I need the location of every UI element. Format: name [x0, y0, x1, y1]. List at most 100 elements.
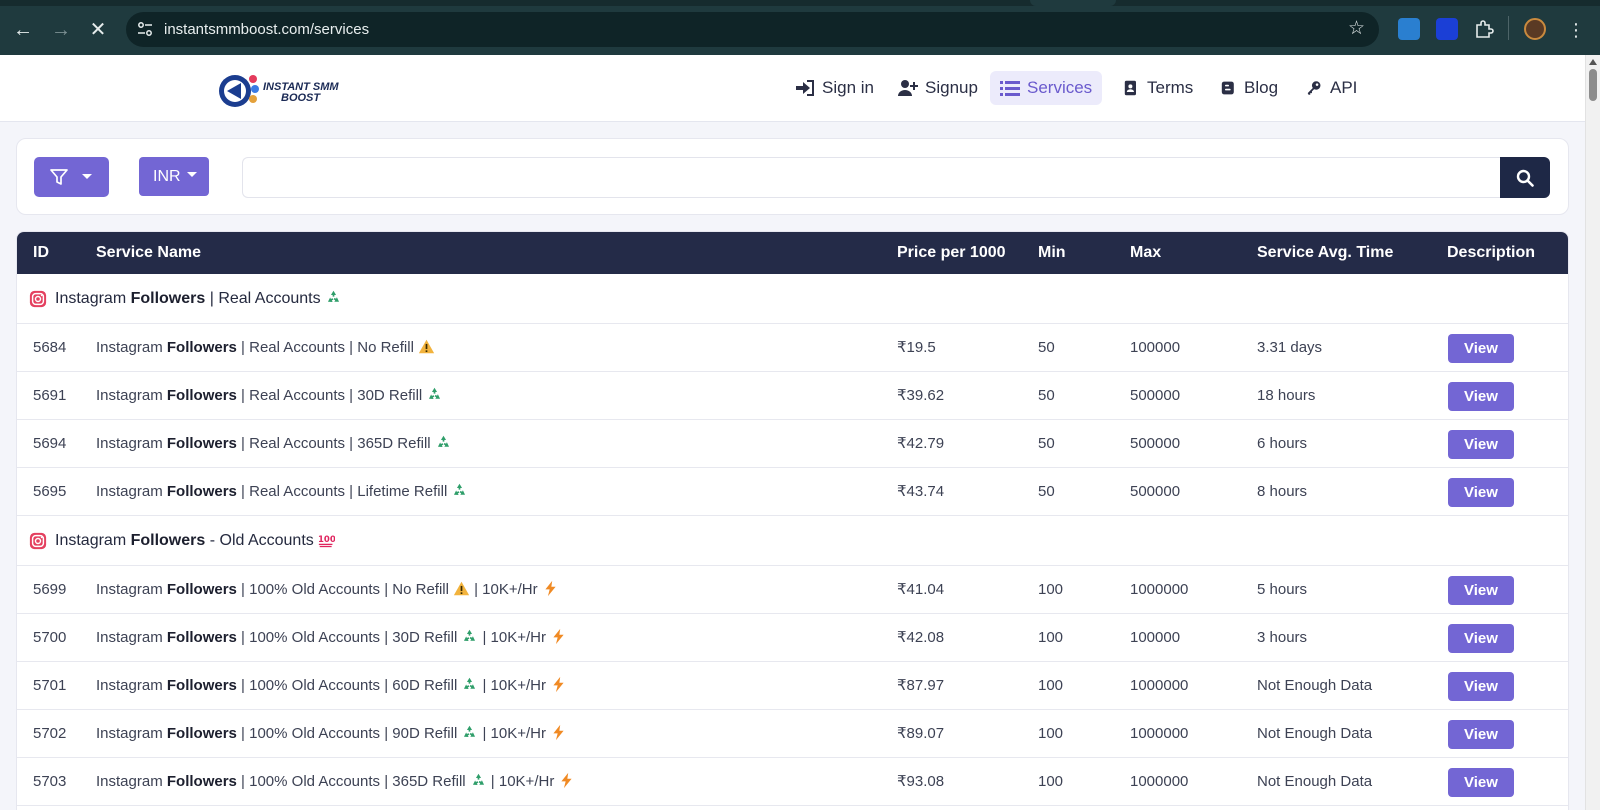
view-description-button[interactable]: View	[1448, 478, 1514, 507]
extensions-puzzle-icon[interactable]	[1473, 18, 1495, 40]
address-bar[interactable]: instantsmmboost.com/services ☆	[126, 12, 1379, 47]
service-name-suffix: | Real Accounts | 30D Refill	[236, 387, 423, 404]
contact-card-icon	[1124, 80, 1136, 96]
service-avg-time: 3 hours	[1257, 629, 1308, 646]
table-row[interactable]: 5700 Instagram Followers | 100% Old Accou…	[17, 614, 1568, 662]
search-button[interactable]	[1500, 157, 1550, 198]
category-prefix: Instagram	[55, 532, 131, 549]
bolt-icon	[542, 580, 559, 597]
service-name: Instagram Followers | 100% Old Accounts …	[96, 614, 567, 662]
table-row[interactable]: 5703 Instagram Followers | 100% Old Accou…	[17, 758, 1568, 806]
scroll-thumb[interactable]	[1589, 69, 1597, 101]
filter-dropdown-button[interactable]	[34, 157, 109, 197]
service-name-prefix: Instagram	[96, 387, 167, 404]
bolt-icon	[550, 676, 567, 693]
service-max: 500000	[1130, 483, 1181, 500]
user-plus-icon	[898, 80, 918, 96]
sign-in-icon	[796, 80, 814, 96]
service-speed: | 10K+/Hr	[478, 677, 546, 694]
service-min: 100	[1038, 725, 1064, 742]
category-suffix: | Real Accounts	[205, 290, 321, 307]
header-id: ID	[33, 244, 49, 261]
service-name-keyword: Followers	[166, 677, 237, 694]
view-description-button[interactable]: View	[1448, 720, 1514, 749]
category-keyword: Followers	[130, 290, 206, 307]
service-avg-time: Not Enough Data	[1257, 725, 1373, 742]
nav-terms[interactable]: Terms	[1114, 71, 1203, 105]
service-name-prefix: Instagram	[96, 725, 167, 742]
table-row[interactable]: 5699 Instagram Followers | 100% Old Accou…	[17, 566, 1568, 614]
service-name: Instagram Followers | Real Accounts | Li…	[96, 468, 468, 516]
extension-icon[interactable]	[1398, 18, 1420, 40]
service-price: ₹42.79	[897, 435, 945, 452]
stop-loading-icon[interactable]: ✕	[85, 17, 111, 43]
bolt-icon	[550, 628, 567, 645]
service-name-keyword: Followers	[166, 387, 237, 404]
table-row[interactable]: 5694 Instagram Followers | Real Accounts …	[17, 420, 1568, 468]
table-row[interactable]: 5702 Instagram Followers | 100% Old Accou…	[17, 710, 1568, 758]
header-avg-time: Service Avg. Time	[1257, 244, 1394, 261]
service-min: 50	[1038, 483, 1055, 500]
nav-api[interactable]: API	[1296, 71, 1367, 105]
hundred-icon	[318, 531, 335, 548]
header-max: Max	[1130, 244, 1162, 261]
service-name-suffix: | Real Accounts | 365D Refill	[236, 435, 431, 452]
service-name: Instagram Followers | Real Accounts | 36…	[96, 420, 452, 468]
nav-label: API	[1330, 78, 1358, 97]
view-description-button[interactable]: View	[1448, 334, 1514, 363]
toolbar-divider	[1508, 16, 1509, 40]
service-min: 50	[1038, 387, 1055, 404]
view-description-button[interactable]: View	[1448, 382, 1514, 411]
service-name-suffix: | 100% Old Accounts | 365D Refill	[236, 773, 466, 790]
service-avg-time: 18 hours	[1257, 387, 1316, 404]
view-description-button[interactable]: View	[1448, 576, 1514, 605]
service-avg-time: 5 hours	[1257, 581, 1308, 598]
nav-label: Sign in	[822, 78, 874, 97]
back-arrow-icon[interactable]: ←	[10, 17, 36, 43]
view-description-button[interactable]: View	[1448, 624, 1514, 653]
currency-dropdown-button[interactable]: INR	[139, 157, 209, 196]
browser-tab[interactable]	[1030, 0, 1116, 6]
browser-menu-icon[interactable]: ⋮	[1563, 17, 1589, 43]
page-scrollbar[interactable]	[1585, 55, 1600, 810]
table-row[interactable]: 5691 Instagram Followers | Real Accounts …	[17, 372, 1568, 420]
header-min: Min	[1038, 244, 1066, 261]
service-id: 5701	[33, 677, 67, 694]
extension-cursor-icon[interactable]	[1436, 18, 1458, 40]
site-logo[interactable]: INSTANT SMM BOOST	[215, 67, 345, 111]
service-min: 100	[1038, 629, 1064, 646]
service-name-suffix: | Real Accounts | Lifetime Refill	[236, 483, 448, 500]
scroll-up-arrow-icon[interactable]	[1589, 59, 1597, 65]
bookmark-star-icon[interactable]: ☆	[1348, 18, 1365, 40]
profile-avatar[interactable]	[1524, 18, 1546, 40]
nav-signup[interactable]: Signup	[888, 71, 988, 105]
service-price: ₹42.08	[897, 629, 945, 646]
nav-services[interactable]: Services	[990, 71, 1103, 105]
view-description-button[interactable]: View	[1448, 430, 1514, 459]
service-min: 100	[1038, 677, 1064, 694]
search-input[interactable]	[242, 157, 1500, 198]
blogger-icon	[1221, 81, 1234, 95]
nav-blog[interactable]: Blog	[1211, 71, 1288, 105]
service-name-prefix: Instagram	[96, 483, 167, 500]
service-name-suffix: | Real Accounts | No Refill	[236, 339, 414, 356]
view-description-button[interactable]: View	[1448, 768, 1514, 797]
warning-icon	[418, 338, 435, 355]
service-price: ₹93.08	[897, 773, 945, 790]
instagram-icon	[29, 290, 47, 308]
table-row[interactable]: 5701 Instagram Followers | 100% Old Accou…	[17, 662, 1568, 710]
service-avg-time: 3.31 days	[1257, 339, 1323, 356]
service-max: 100000	[1130, 629, 1181, 646]
url-text[interactable]: instantsmmboost.com/services	[164, 12, 369, 47]
table-row[interactable]: 5684 Instagram Followers | Real Accounts …	[17, 324, 1568, 372]
recycle-icon	[435, 434, 452, 451]
site-settings-icon[interactable]	[136, 20, 154, 38]
forward-arrow-icon[interactable]: →	[48, 17, 74, 43]
category-row: Instagram Followers - Old Accounts	[17, 516, 1568, 566]
table-row[interactable]: 5695 Instagram Followers | Real Accounts …	[17, 468, 1568, 516]
service-name-suffix: | 100% Old Accounts | 30D Refill	[236, 629, 458, 646]
service-name: Instagram Followers | 100% Old Accounts …	[96, 710, 567, 758]
nav-sign-in[interactable]: Sign in	[785, 71, 884, 105]
recycle-icon	[461, 724, 478, 741]
view-description-button[interactable]: View	[1448, 672, 1514, 701]
